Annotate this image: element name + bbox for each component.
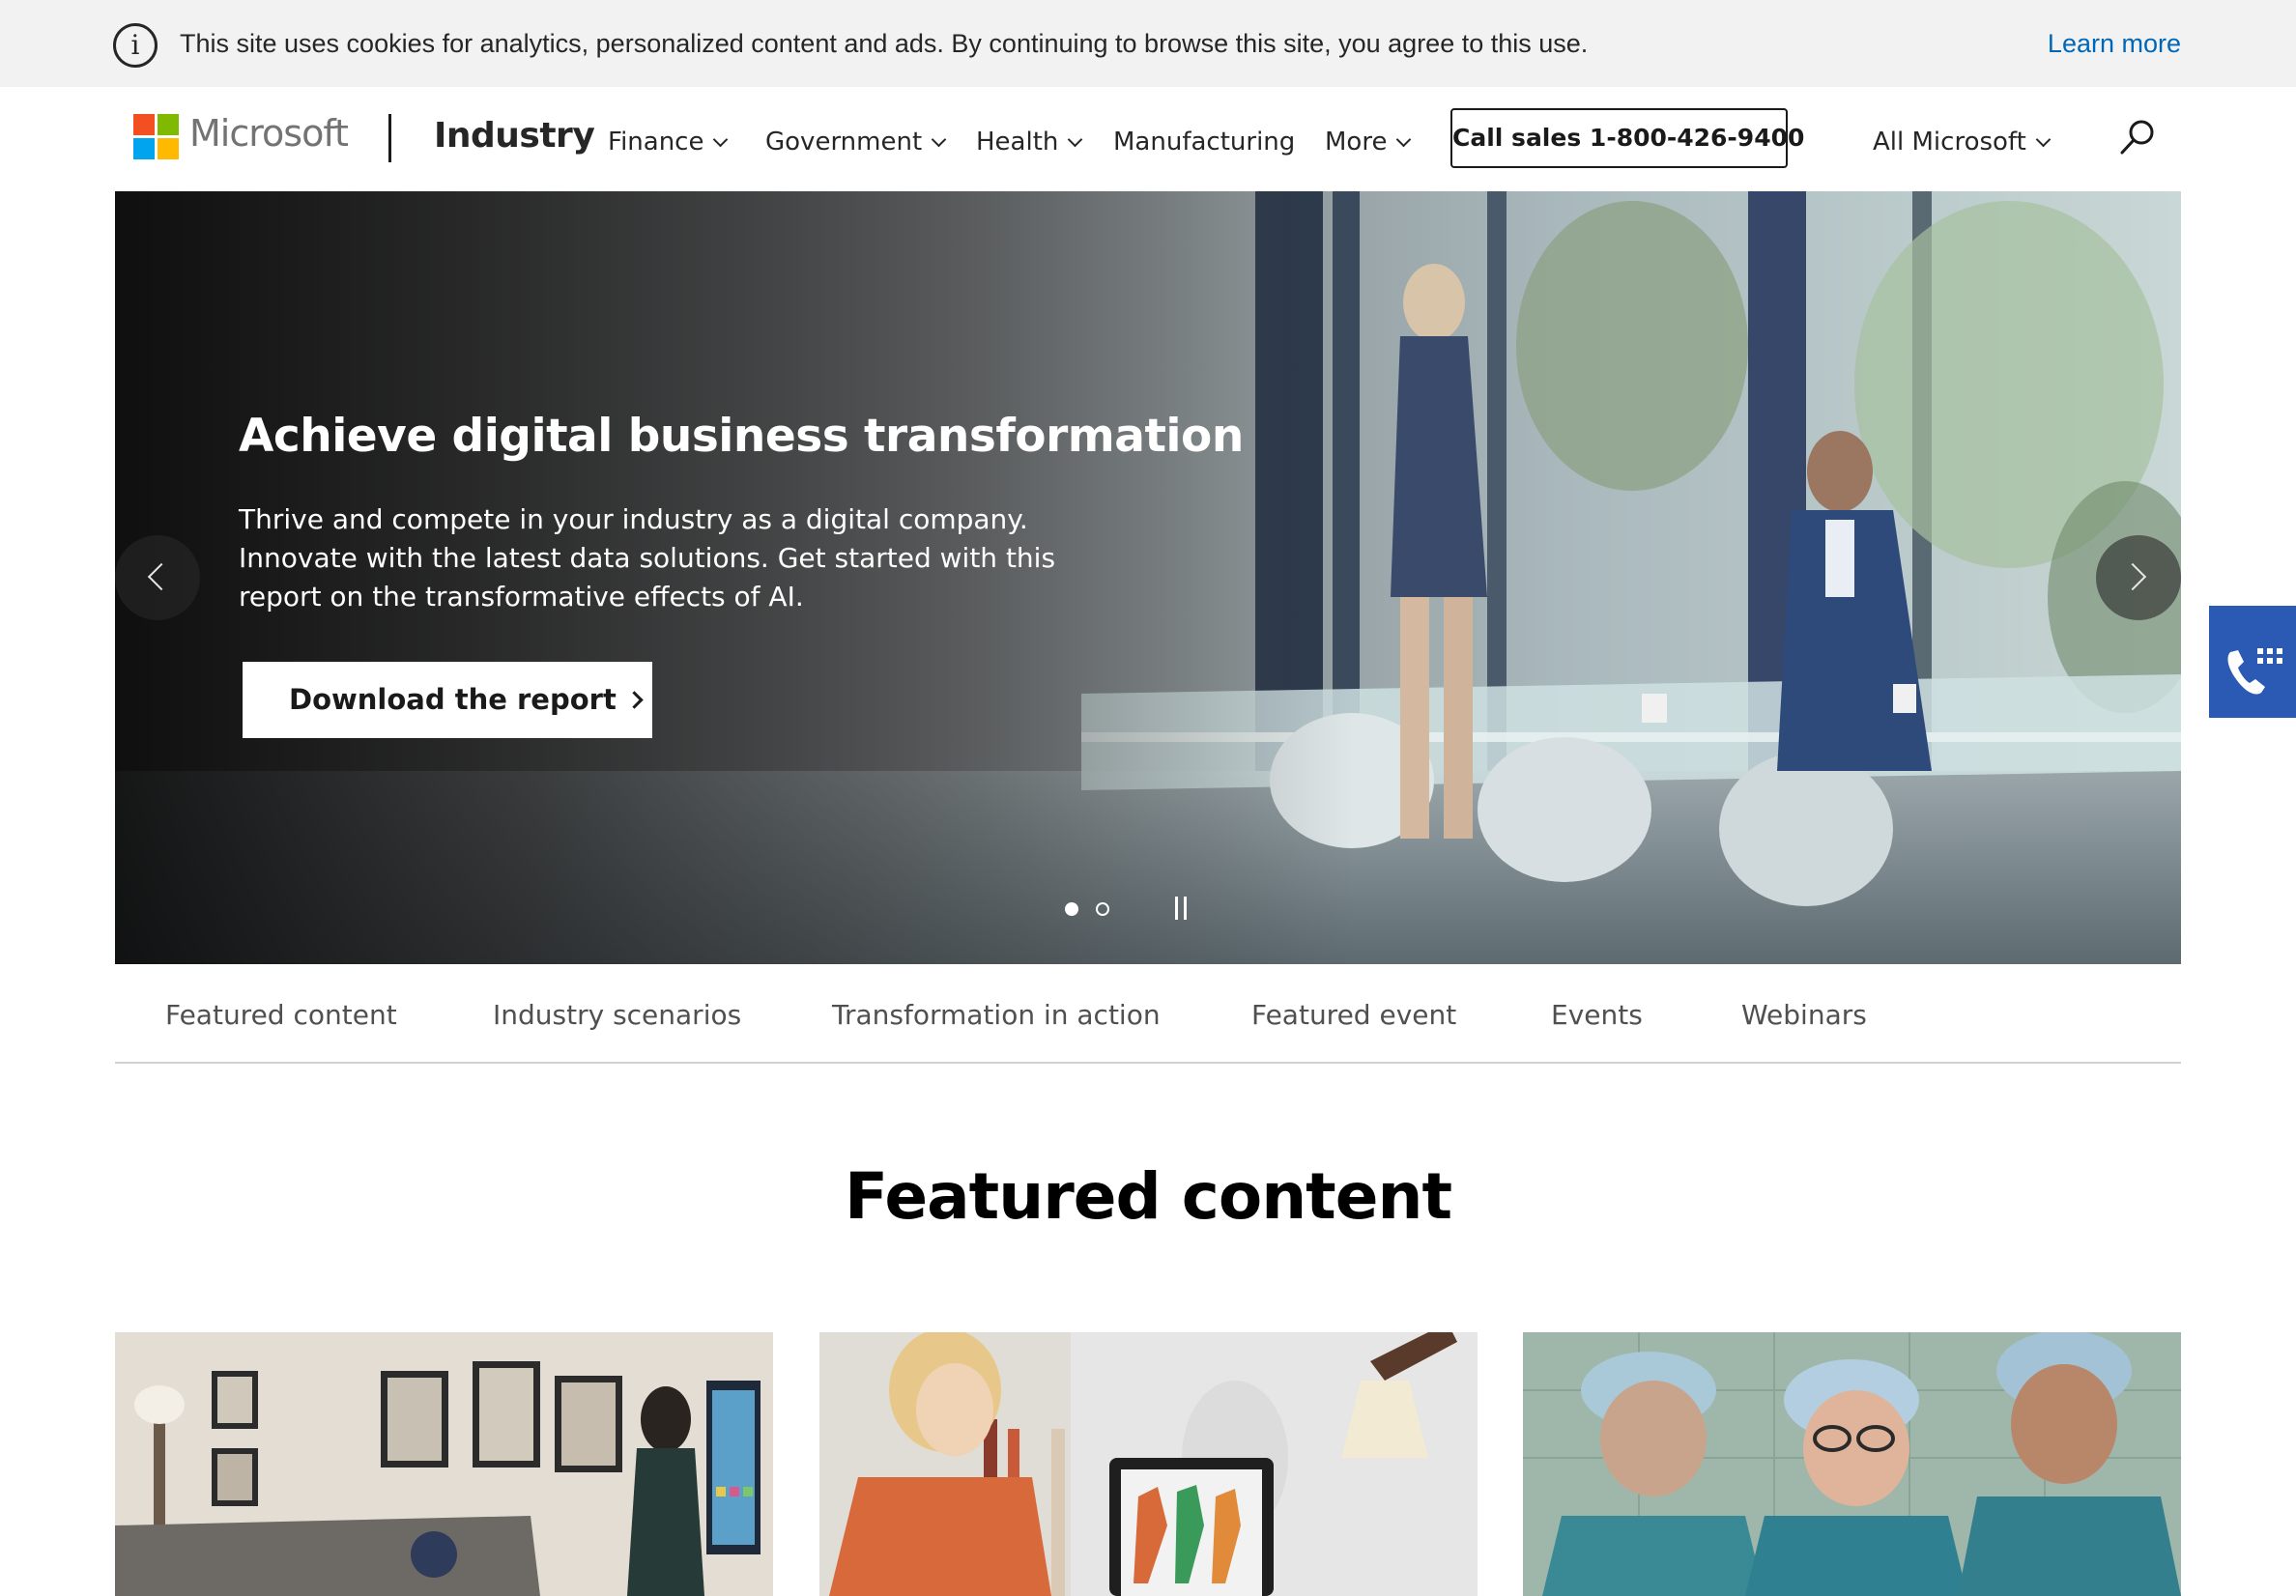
nav-health[interactable]: Health <box>976 128 1083 157</box>
microsoft-logo-icon[interactable] <box>133 114 180 160</box>
nav-manufacturing[interactable]: Manufacturing <box>1113 128 1295 157</box>
info-icon: i <box>113 23 158 68</box>
all-microsoft-menu[interactable]: All Microsoft <box>1873 128 2052 157</box>
featured-card-1[interactable] <box>115 1332 773 1596</box>
microsoft-wordmark[interactable]: Microsoft <box>189 112 349 155</box>
chevron-down-icon <box>1396 131 1412 148</box>
chevron-down-icon <box>1068 131 1083 148</box>
tab-transformation-in-action[interactable]: Transformation in action <box>832 999 1161 1031</box>
tab-featured-content[interactable]: Featured content <box>165 999 397 1031</box>
header-divider <box>388 114 391 162</box>
nav-more[interactable]: More <box>1325 128 1412 157</box>
tab-webinars[interactable]: Webinars <box>1741 999 1867 1031</box>
tab-featured-event[interactable]: Featured event <box>1251 999 1456 1031</box>
featured-card-3[interactable] <box>1523 1332 2181 1596</box>
nav-government[interactable]: Government <box>765 128 947 157</box>
phone-dialpad-icon[interactable] <box>2209 606 2296 718</box>
site-title[interactable]: Industry <box>434 116 595 156</box>
pause-icon[interactable] <box>1173 897 1189 922</box>
carousel-next-button[interactable] <box>2096 535 2181 620</box>
card-image-designer-laptop <box>819 1332 1478 1596</box>
tab-events[interactable]: Events <box>1551 999 1643 1031</box>
carousel-dot-2[interactable] <box>1096 902 1109 916</box>
search-icon[interactable] <box>2116 116 2159 158</box>
chevron-down-icon <box>713 131 729 148</box>
chevron-left-icon <box>147 562 176 591</box>
nav-finance[interactable]: Finance <box>608 128 729 157</box>
cookie-text: This site uses cookies for analytics, pe… <box>180 29 1589 58</box>
learn-more-link[interactable]: Learn more <box>2048 29 2181 59</box>
cookie-banner: i This site uses cookies for analytics, … <box>0 0 2296 87</box>
download-report-button[interactable]: Download the report <box>243 662 652 738</box>
featured-content-heading: Featured content <box>844 1159 1452 1234</box>
chevron-down-icon <box>2035 131 2052 148</box>
tab-industry-scenarios[interactable]: Industry scenarios <box>493 999 741 1031</box>
chevron-right-icon <box>625 691 644 709</box>
card-image-retail-showroom <box>115 1332 773 1596</box>
featured-card-2[interactable] <box>819 1332 1478 1596</box>
section-tabs: Featured content Industry scenarios Tran… <box>115 964 2181 1064</box>
hero-title: Achieve digital business transformation <box>239 410 1244 463</box>
hero-carousel: Achieve digital business transformation … <box>115 191 2181 964</box>
card-image-surgeons <box>1523 1332 2181 1596</box>
carousel-dot-1[interactable] <box>1065 902 1078 916</box>
chevron-right-icon <box>2118 562 2147 591</box>
call-sales-button[interactable]: Call sales 1-800-426-9400 <box>1450 108 1804 168</box>
chevron-down-icon <box>931 131 947 148</box>
carousel-prev-button[interactable] <box>115 535 200 620</box>
hero-body: Thrive and compete in your industry as a… <box>239 503 1056 613</box>
site-header: Microsoft Industry Finance Government He… <box>0 87 2296 191</box>
